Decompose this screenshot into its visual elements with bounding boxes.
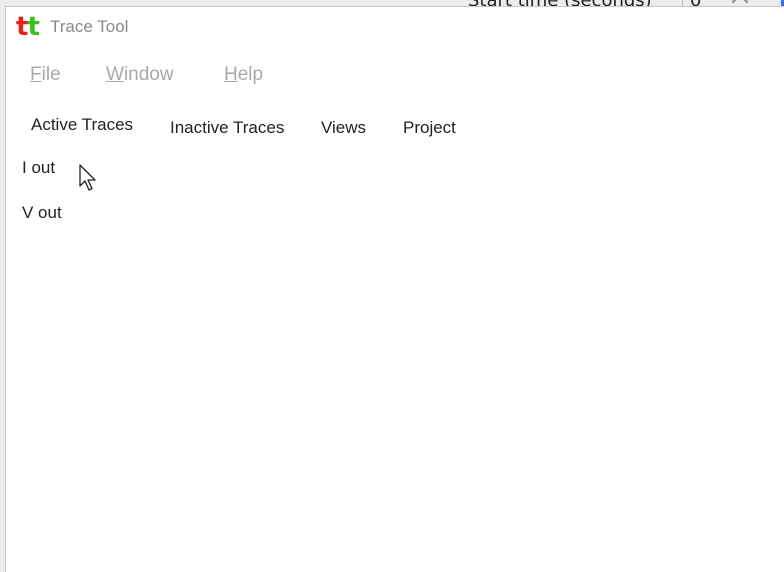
logo-letter-green: t <box>27 12 39 42</box>
logo-letter-red: t <box>16 12 28 42</box>
menu-window[interactable]: Window <box>106 64 174 86</box>
menu-file-label: ile <box>41 64 61 85</box>
menu-window-mnemonic: W <box>106 64 124 85</box>
menu-window-label: indow <box>123 64 174 85</box>
menu-bar: File Window Help <box>6 59 784 89</box>
trace-item-i-out[interactable]: I out <box>22 158 55 178</box>
menu-help-mnemonic: H <box>224 64 238 85</box>
menu-file-mnemonic: F <box>30 64 42 85</box>
window-title: Trace Tool <box>50 17 129 36</box>
tab-views[interactable]: Views <box>321 118 366 138</box>
tab-project[interactable]: Project <box>403 118 456 138</box>
tab-inactive-traces[interactable]: Inactive Traces <box>170 118 284 138</box>
trace-item-v-out[interactable]: V out <box>22 203 62 223</box>
app-logo-icon: tt <box>16 12 40 42</box>
tab-active-traces[interactable]: Active Traces <box>31 115 133 135</box>
menu-help[interactable]: Help <box>224 64 263 86</box>
menu-file[interactable]: File <box>30 64 61 86</box>
mouse-pointer-icon <box>79 164 96 191</box>
title-bar[interactable]: tt Trace Tool <box>6 7 784 47</box>
trace-tool-window: tt Trace Tool File Window Help Active Tr… <box>5 6 784 572</box>
menu-help-label: elp <box>237 64 264 85</box>
tab-bar: Active Traces Inactive Traces Views Proj… <box>6 113 784 145</box>
